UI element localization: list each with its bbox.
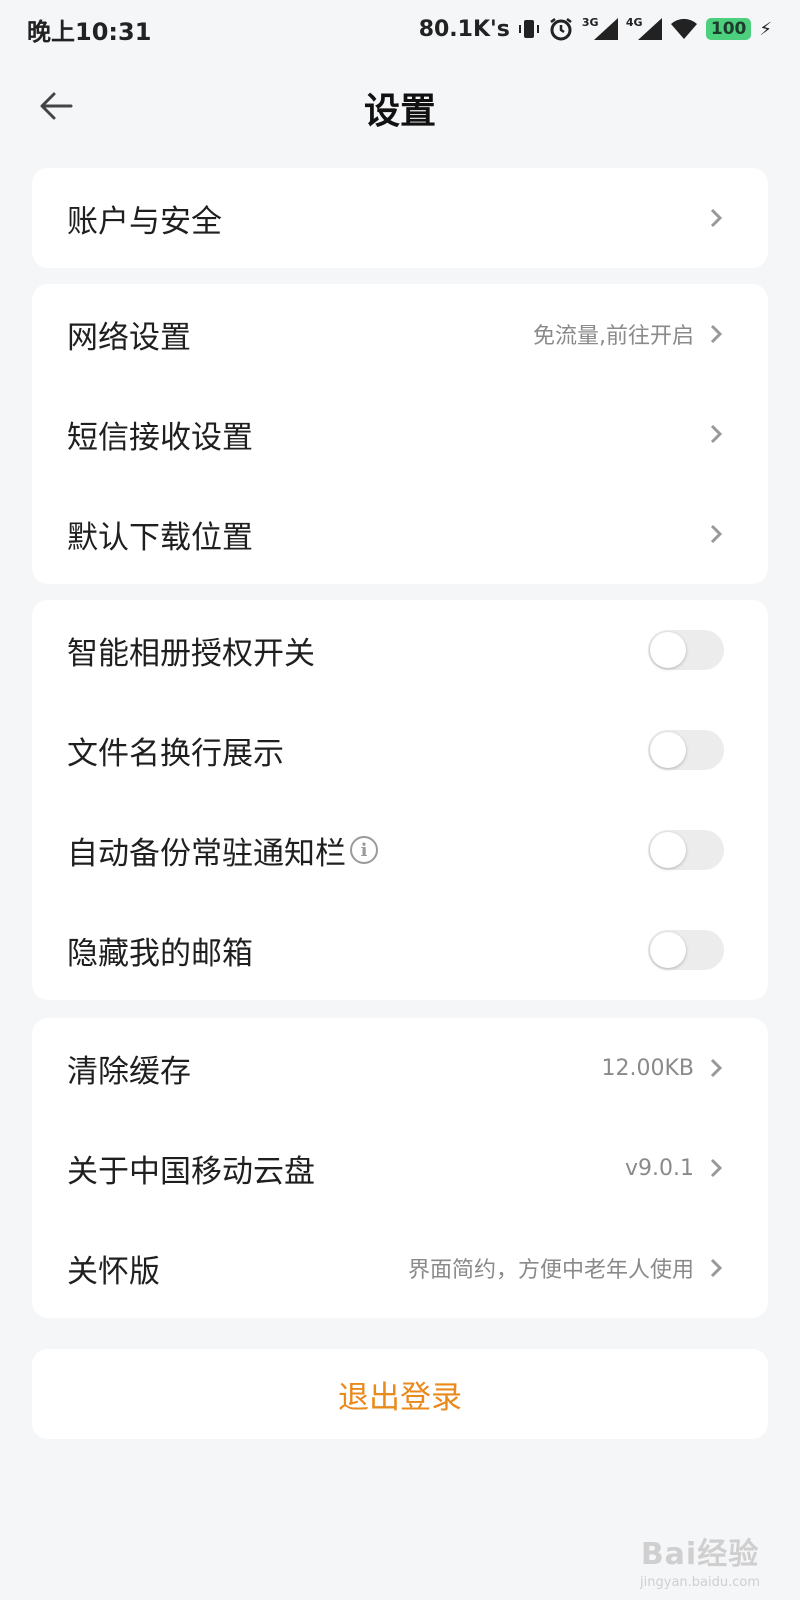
arrow-left-icon xyxy=(40,92,73,120)
smart-album-label: 智能相册授权开关 xyxy=(67,635,315,672)
filename-wrap-label: 文件名换行展示 xyxy=(67,735,284,772)
chevron-right-icon xyxy=(710,208,723,228)
hide-mailbox-toggle[interactable] xyxy=(648,930,724,970)
account-card: 账户与安全 xyxy=(32,168,768,268)
backup-notification-label-wrap: 自动备份常驻通知栏 i xyxy=(67,828,378,873)
hide-mailbox-row: 隐藏我的邮箱 xyxy=(32,900,768,1000)
download-location-row[interactable]: 默认下载位置 xyxy=(32,484,768,584)
network-settings-value: 免流量,前往开启 xyxy=(533,324,694,349)
battery-icon: 100 xyxy=(705,18,752,40)
status-icons: 80.1K's 3G 4G 100 ⚡ xyxy=(419,16,772,42)
filename-wrap-row: 文件名换行展示 xyxy=(32,700,768,800)
network-settings-row[interactable]: 网络设置 免流量,前往开启 xyxy=(32,284,768,384)
wifi-icon xyxy=(670,18,698,40)
chevron-right-icon xyxy=(710,1058,723,1078)
misc-card: 清除缓存 12.00KB 关于中国移动云盘 v9.0.1 关怀版 界面简约，方便… xyxy=(32,1018,768,1318)
backup-notification-label: 自动备份常驻通知栏 xyxy=(67,835,346,872)
clear-cache-value: 12.00KB xyxy=(601,1055,694,1081)
charging-icon: ⚡ xyxy=(759,18,772,40)
info-icon[interactable]: i xyxy=(350,836,378,864)
account-security-label: 账户与安全 xyxy=(67,203,222,240)
page-title: 设置 xyxy=(363,91,436,132)
smart-album-toggle[interactable] xyxy=(648,630,724,670)
network-speed: 80.1K's xyxy=(418,16,510,42)
clear-cache-label: 清除缓存 xyxy=(67,1053,191,1090)
smart-album-row: 智能相册授权开关 xyxy=(32,600,768,700)
back-button[interactable] xyxy=(34,84,78,128)
chevron-right-icon xyxy=(710,424,723,444)
status-time: 晚上10:31 xyxy=(27,17,152,46)
about-version: v9.0.1 xyxy=(625,1155,694,1181)
network-settings-label: 网络设置 xyxy=(67,319,191,356)
watermark-logo: Bai经验 xyxy=(640,1537,760,1572)
signal-3g-icon: 3G xyxy=(582,16,618,42)
signal-4g-icon: 4G xyxy=(626,16,662,42)
about-label: 关于中国移动云盘 xyxy=(67,1153,315,1190)
chevron-right-icon xyxy=(710,524,723,544)
care-version-label: 关怀版 xyxy=(67,1253,160,1290)
care-version-row[interactable]: 关怀版 界面简约，方便中老年人使用 xyxy=(32,1218,768,1318)
download-location-label: 默认下载位置 xyxy=(67,519,253,556)
backup-notification-row: 自动备份常驻通知栏 i xyxy=(32,800,768,900)
care-version-value: 界面简约，方便中老年人使用 xyxy=(407,1258,694,1283)
toggles-card: 智能相册授权开关 文件名换行展示 自动备份常驻通知栏 i 隐藏我的邮箱 xyxy=(32,600,768,1000)
backup-notification-toggle[interactable] xyxy=(648,830,724,870)
header: 设置 xyxy=(0,58,800,158)
hide-mailbox-label: 隐藏我的邮箱 xyxy=(67,935,253,972)
chevron-right-icon xyxy=(710,1258,723,1278)
vibrate-icon xyxy=(518,17,540,41)
clear-cache-row[interactable]: 清除缓存 12.00KB xyxy=(32,1018,768,1118)
sms-settings-row[interactable]: 短信接收设置 xyxy=(32,384,768,484)
account-security-row[interactable]: 账户与安全 xyxy=(32,168,768,268)
sms-settings-label: 短信接收设置 xyxy=(67,419,253,456)
network-card: 网络设置 免流量,前往开启 短信接收设置 默认下载位置 xyxy=(32,284,768,584)
filename-wrap-toggle[interactable] xyxy=(648,730,724,770)
status-bar: 晚上10:31 80.1K's 3G 4G 100 ⚡ xyxy=(0,0,800,58)
watermark-url: jingyan.baidu.com xyxy=(640,1575,760,1590)
watermark: Bai经验 jingyan.baidu.com xyxy=(640,1529,760,1590)
chevron-right-icon xyxy=(710,324,723,344)
about-row[interactable]: 关于中国移动云盘 v9.0.1 xyxy=(32,1118,768,1218)
alarm-icon xyxy=(548,16,574,42)
logout-button[interactable]: 退出登录 xyxy=(32,1349,768,1439)
chevron-right-icon xyxy=(710,1158,723,1178)
